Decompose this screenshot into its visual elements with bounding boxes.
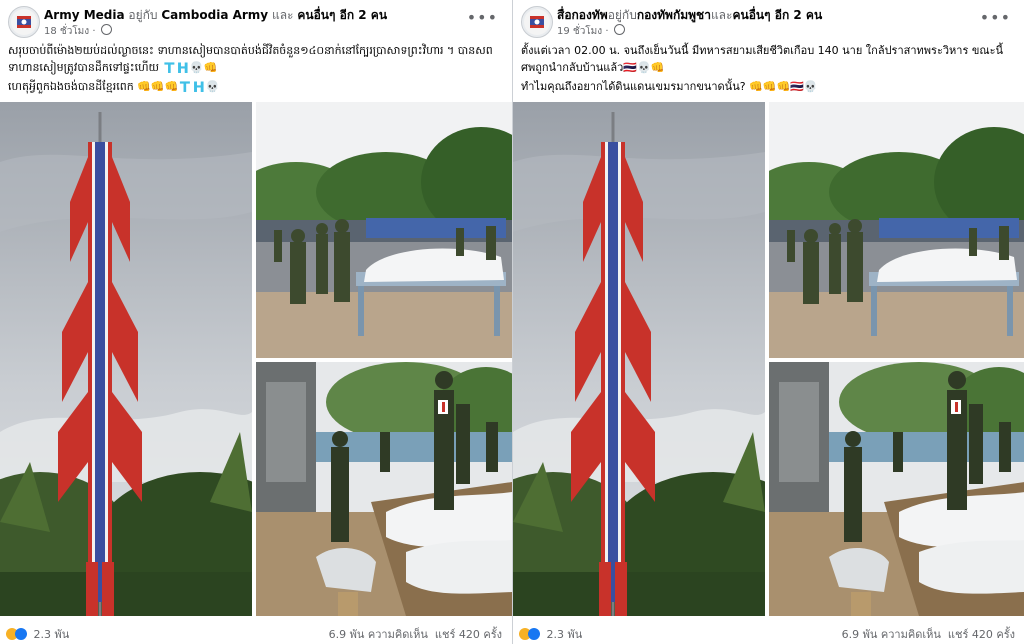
post-text-line-2: ហេតុអ្វីពួកឯងចង់បានដីខ្មែរពេក 👊👊👊🇹🇭💀: [8, 80, 220, 93]
photo-flag-pole[interactable]: [513, 102, 765, 616]
others-link[interactable]: คนอื่นๆ อีก 2 คน: [297, 8, 387, 22]
photo-grid: [513, 102, 1024, 616]
post-stats: 6.9 พัน ความคิดเห็น แชร์ 420 ครั้ง: [842, 625, 1015, 643]
with-text: อยู่กับ: [607, 8, 637, 22]
author-name[interactable]: Army Media: [44, 8, 125, 22]
and-text: และ: [710, 8, 733, 22]
post-text-line-2: ทำไมคุณถึงอยากได้ดินแดนเขมรมากขนาดนั้น? …: [521, 80, 818, 93]
author-name[interactable]: สื่อกองทัพ: [557, 8, 608, 22]
tagged-page[interactable]: กองทัพกัมพูชา: [637, 8, 711, 22]
like-reaction-icon: [15, 628, 27, 640]
post-left: Army Media อยู่กับ Cambodia Army และ คนอ…: [0, 0, 512, 644]
page-avatar[interactable]: [521, 6, 553, 38]
more-options-icon[interactable]: •••: [467, 8, 498, 27]
like-reaction-icon: [528, 628, 540, 640]
post-time[interactable]: 19 ชั่วโมง: [557, 26, 602, 37]
with-text: อยู่กับ: [128, 8, 158, 22]
comments-count[interactable]: 6.9 พัน ความคิดเห็น: [329, 628, 428, 641]
photo-truck-bodies[interactable]: [769, 362, 1024, 616]
post-text-line-1: សរុបចាប់ពីម៉ោង២យប់ដល់ល្ងាចនេះ ទាហានសៀមបា…: [8, 44, 493, 74]
post-time[interactable]: 18 ชั่วโมง: [44, 26, 89, 37]
post-author-line: สื่อกองทัพอยู่กับกองทัพกัมพูชาและคนอื่นๆ…: [557, 6, 822, 25]
post-footer: 2.3 พัน 6.9 พัน ความคิดเห็น แชร์ 420 ครั…: [513, 618, 1024, 644]
post-header: Army Media อยู่กับ Cambodia Army และ คนอ…: [0, 0, 512, 40]
and-text: และ: [271, 8, 294, 22]
post-header: สื่อกองทัพอยู่กับกองทัพกัมพูชาและคนอื่นๆ…: [513, 0, 1024, 40]
photo-grid: [0, 102, 512, 616]
shares-count[interactable]: แชร์ 420 ครั้ง: [948, 628, 1015, 641]
comments-count[interactable]: 6.9 พัน ความคิดเห็น: [842, 628, 941, 641]
post-stats: 6.9 พัน ความคิดเห็น แชร์ 420 ครั้ง: [329, 625, 502, 643]
reaction-summary[interactable]: 2.3 พัน: [519, 625, 582, 643]
shares-count[interactable]: แชร์ 420 ครั้ง: [435, 628, 502, 641]
reaction-count: 2.3 พัน: [546, 628, 583, 641]
post-footer: 2.3 พัน 6.9 พัน ความคิดเห็น แชร์ 420 ครั…: [0, 618, 512, 644]
others-link[interactable]: คนอื่นๆ อีก 2 คน: [732, 8, 822, 22]
public-globe-icon: [100, 24, 112, 35]
reaction-count: 2.3 พัน: [33, 628, 70, 641]
more-options-icon[interactable]: •••: [980, 8, 1011, 27]
post-meta: 19 ชั่วโมง ·: [557, 24, 625, 39]
post-right: สื่อกองทัพอยู่กับกองทัพกัมพูชาและคนอื่นๆ…: [513, 0, 1024, 644]
tagged-page[interactable]: Cambodia Army: [161, 8, 268, 22]
page-avatar[interactable]: [8, 6, 40, 38]
photo-soldiers-bodies[interactable]: [256, 102, 512, 358]
photo-soldiers-bodies[interactable]: [769, 102, 1024, 358]
post-meta: 18 ชั่วโมง ·: [44, 24, 112, 39]
post-author-line: Army Media อยู่กับ Cambodia Army และ คนอ…: [44, 6, 387, 25]
photo-flag-pole[interactable]: [0, 102, 252, 616]
public-globe-icon: [613, 24, 625, 35]
photo-truck-bodies[interactable]: [256, 362, 512, 616]
post-text-line-1: ตั้งแต่เวลา 02.00 น. จนถึงเย็นวันนี้ มีท…: [521, 44, 1004, 74]
reaction-summary[interactable]: 2.3 พัน: [6, 625, 69, 643]
